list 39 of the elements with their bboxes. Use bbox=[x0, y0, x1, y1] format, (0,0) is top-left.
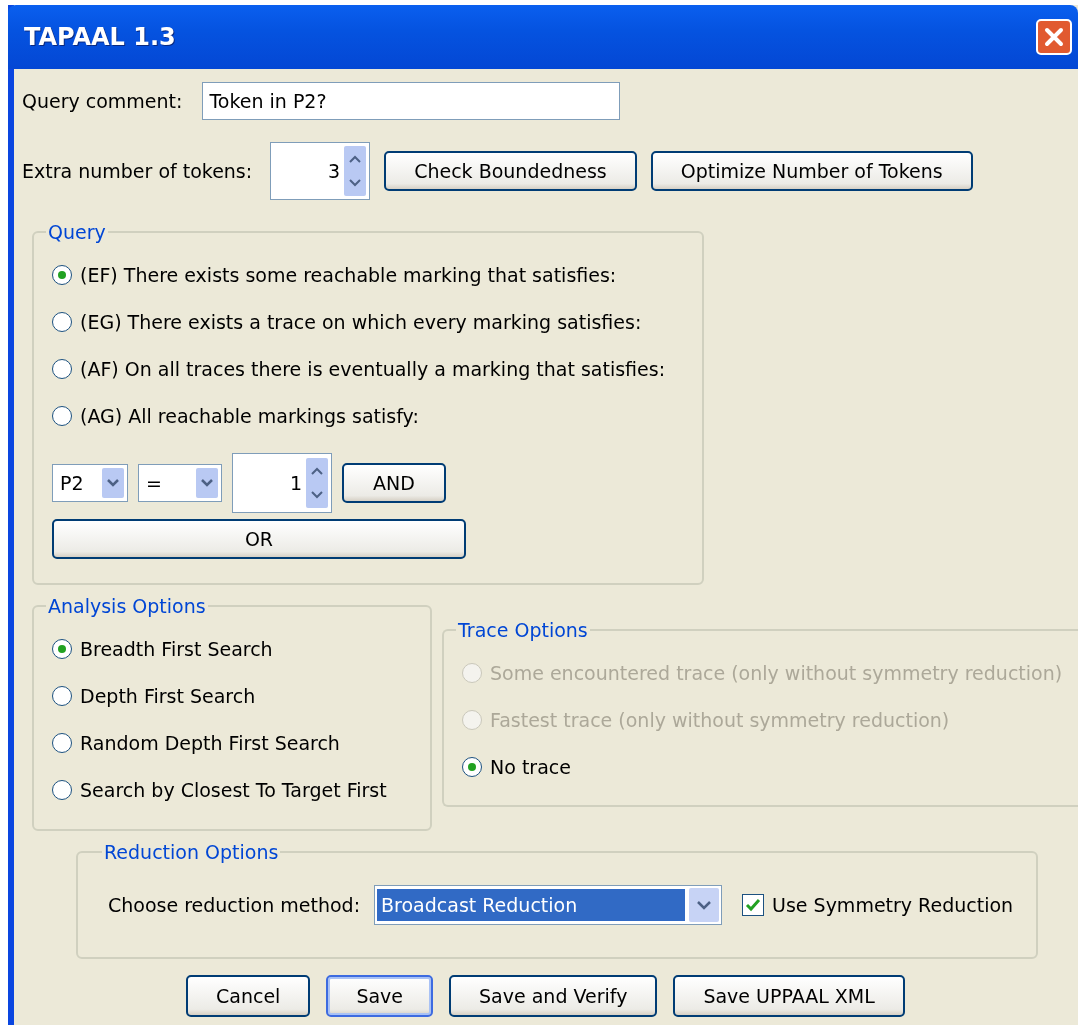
radio-option[interactable]: (EG) There exists a trace on which every marking satisfies: bbox=[52, 298, 688, 345]
radio-option: Fastest trace (only without symmetry reduction) bbox=[462, 696, 1064, 743]
dropdown[interactable]: Broadcast Reduction bbox=[374, 885, 723, 925]
group-title: Analysis Options bbox=[47, 595, 207, 617]
push-button[interactable]: Cancel bbox=[186, 975, 311, 1017]
push-button[interactable]: Save UPPAAL XML bbox=[673, 975, 905, 1017]
window-title: TAPAAL 1.3 bbox=[24, 23, 176, 51]
spin-arrows-icon bbox=[306, 458, 328, 508]
push-button[interactable]: Check Boundedness bbox=[384, 151, 637, 191]
radio-option: Some encountered trace (only without symmetry reduction) bbox=[462, 649, 1064, 696]
or-button[interactable]: OR bbox=[52, 519, 466, 559]
radio-option[interactable]: (AF) On all traces there is eventually a marking that satisfies: bbox=[52, 345, 688, 392]
checkmark-icon bbox=[744, 896, 763, 914]
field-label: Choose reduction method: bbox=[108, 894, 361, 916]
radio-option[interactable]: (EF) There exists some reachable marking that satisfies: bbox=[52, 251, 688, 298]
push-button[interactable]: Optimize Number of Tokens bbox=[650, 151, 973, 191]
radio-option[interactable]: Search by Closest To Target First bbox=[52, 766, 416, 813]
push-button[interactable]: Save bbox=[326, 975, 433, 1017]
group-title: Query bbox=[47, 221, 107, 243]
radio-option[interactable]: No trace bbox=[462, 743, 1064, 790]
group-title: Trace Options bbox=[457, 619, 589, 641]
close-button[interactable] bbox=[1036, 19, 1072, 55]
dropdown[interactable]: = bbox=[138, 464, 222, 502]
radio-option[interactable]: Depth First Search bbox=[52, 672, 416, 719]
field-label: Extra number of tokens: bbox=[22, 160, 253, 182]
dropdown[interactable]: P2 bbox=[52, 464, 128, 502]
input-field[interactable]: Token in P2? bbox=[202, 82, 621, 120]
close-icon bbox=[1042, 25, 1066, 49]
radio-option[interactable]: (AG) All reachable markings satisfy: bbox=[52, 392, 688, 439]
number-spinner[interactable]: 3 bbox=[270, 142, 371, 200]
radio-option[interactable]: Random Depth First Search bbox=[52, 719, 416, 766]
push-button[interactable]: Save and Verify bbox=[449, 975, 658, 1017]
radio-option[interactable]: Breadth First Search bbox=[52, 625, 416, 672]
number-spinner[interactable]: 1 bbox=[232, 453, 332, 513]
checkbox-option[interactable]: Use Symmetry Reduction bbox=[742, 894, 1014, 916]
field-label: Query comment: bbox=[22, 90, 183, 112]
spin-arrows-icon bbox=[344, 146, 367, 196]
group-title: Reduction Options bbox=[103, 841, 280, 863]
and-button[interactable]: AND bbox=[342, 463, 446, 503]
